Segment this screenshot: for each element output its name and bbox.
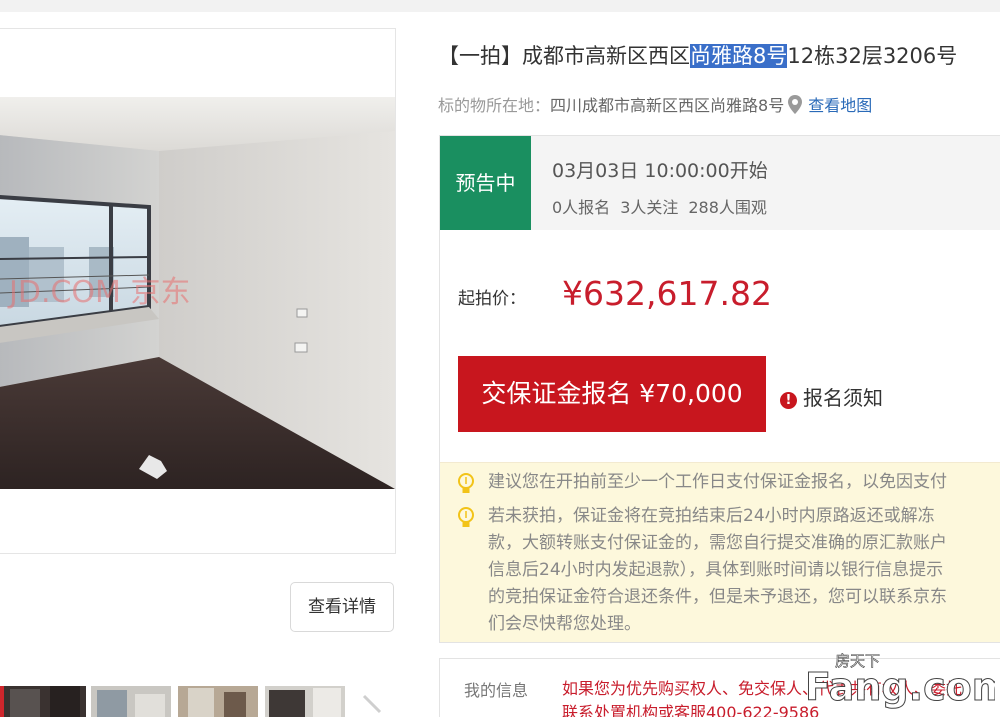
tip-text: 若未获拍，保证金将在竞拍结束后24小时内原路返还或解冻 款，大额转账支付保证金的…: [488, 506, 947, 634]
thumbnail-3[interactable]: [178, 686, 258, 717]
room-photo: JD.COM 京东: [0, 97, 395, 489]
auction-stats: 0人报名 3人关注 288人围观: [552, 194, 777, 218]
pay-deposit-button[interactable]: 交保证金报名 ¥70,000: [458, 356, 766, 432]
registration-notice-link[interactable]: ! 报名须知: [780, 382, 883, 411]
notice-label: 报名须知: [803, 386, 883, 410]
follower-count: 3人关注: [620, 198, 679, 217]
main-photo[interactable]: JD.COM 京东: [0, 28, 396, 554]
starting-price: ¥632,617.82: [562, 274, 772, 313]
my-info-label: 我的信息: [464, 681, 529, 700]
registered-count: 0人报名: [552, 198, 611, 217]
map-pin-icon: [788, 95, 803, 118]
title-highlight: 尚雅路8号: [690, 44, 788, 68]
tip-text: 建议您在开拍前至少一个工作日支付保证金报名，以免因支付: [488, 472, 947, 492]
title-suffix: 12栋32层3206号: [787, 44, 958, 68]
location-value: 四川成都市高新区西区尚雅路8号: [550, 96, 785, 115]
watermark-en: Fang.com: [805, 665, 995, 709]
view-details-button[interactable]: 查看详情: [290, 582, 394, 632]
thumbnail-strip: [0, 686, 400, 717]
photo-watermark: JD.COM 京东: [7, 275, 190, 310]
tip-item: 建议您在开拍前至少一个工作日支付保证金报名，以免因支付: [456, 469, 1000, 499]
site-watermark-logo: 房天下 Fang.com: [805, 646, 1000, 710]
title-prefix: 【一拍】成都市高新区西区: [438, 44, 690, 68]
status-badge: 预告中: [440, 136, 531, 230]
status-row: 预告中 03月03日 10:00:00开始 0人报名 3人关注 288人围观: [440, 136, 1000, 230]
location-row: 标的物所在地：四川成都市高新区西区尚雅路8号 查看地图: [438, 92, 872, 118]
lightbulb-icon: [456, 506, 476, 539]
top-bar: [0, 0, 1000, 12]
thumbnail-4[interactable]: [265, 686, 345, 717]
price-label: 起拍价：: [458, 289, 526, 309]
auction-card: 预告中 03月03日 10:00:00开始 0人报名 3人关注 288人围观 起拍价…: [439, 135, 1000, 643]
listing-title: 【一拍】成都市高新区西区尚雅路8号12栋32层3206号: [438, 40, 957, 70]
thumbnail-2[interactable]: [91, 686, 171, 717]
location-label: 标的物所在地：: [438, 96, 551, 115]
exclamation-icon: !: [780, 392, 797, 409]
viewer-count: 288人围观: [688, 198, 767, 217]
chevron-right-icon[interactable]: [362, 694, 392, 717]
lightbulb-icon: [456, 472, 476, 505]
tip-item: 若未获拍，保证金将在竞拍结束后24小时内原路返还或解冻 款，大额转账支付保证金的…: [456, 503, 1000, 643]
start-time: 03月03日 10:00:00开始: [552, 160, 768, 182]
tips-panel: 建议您在开拍前至少一个工作日支付保证金报名，以免因支付 若未获拍，保证金将在竞拍…: [440, 462, 1000, 642]
view-map-link[interactable]: 查看地图: [808, 96, 872, 115]
thumbnail-1[interactable]: [0, 686, 86, 717]
